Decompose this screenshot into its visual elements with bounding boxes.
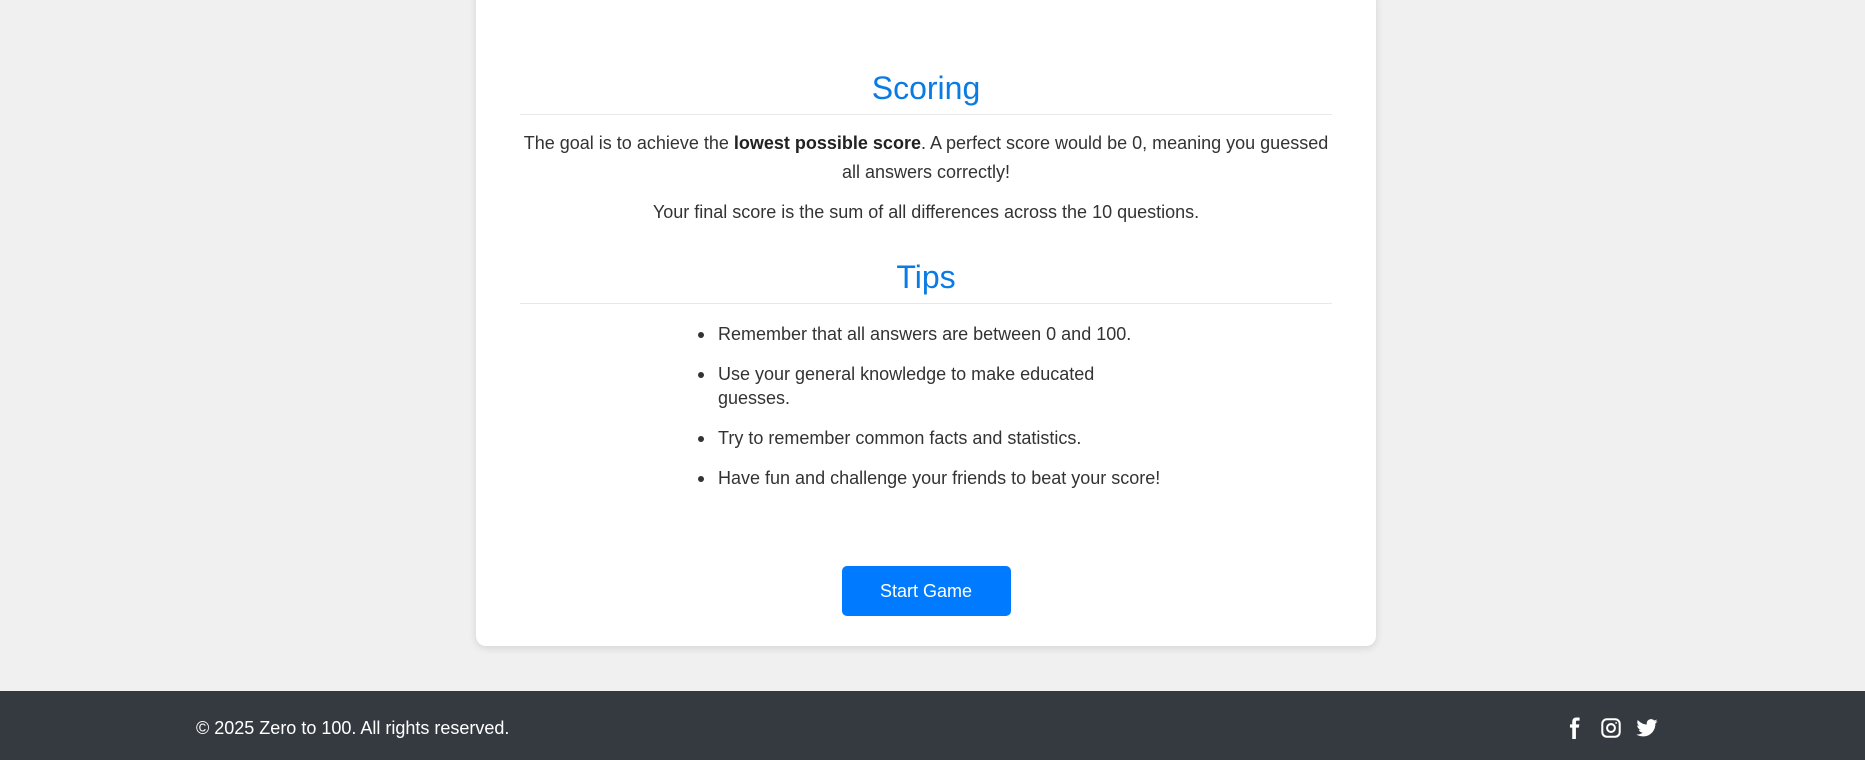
instagram-icon [1601,718,1621,738]
scoring-goal-emphasis: lowest possible score [733,133,921,153]
site-footer: © 2025 Zero to 100. All rights reserved. [0,691,1865,760]
tips-heading: Tips [520,257,1332,304]
twitter-link[interactable] [1636,717,1658,739]
facebook-icon [1569,717,1580,739]
scoring-final-score-text: Your final score is the sum of all diffe… [652,202,1200,222]
page: Scoring The goal is to achieve the lowes… [0,0,1865,760]
scoring-goal-text-start: The goal is to achieve the [523,133,734,153]
scoring-heading: Scoring [520,68,1332,115]
instagram-link[interactable] [1600,717,1622,739]
start-button-container: Start Game [520,566,1332,616]
tip-item: Have fun and challenge your friends to b… [691,466,1161,490]
tips-list: Remember that all answers are between 0 … [520,322,1332,506]
instructions-card: Scoring The goal is to achieve the lowes… [476,0,1376,646]
twitter-icon [1636,719,1658,737]
tip-item: Remember that all answers are between 0 … [691,322,1161,346]
facebook-link[interactable] [1564,717,1586,739]
start-game-button[interactable]: Start Game [841,566,1011,616]
footer-copyright: © 2025 Zero to 100. All rights reserved. [196,718,510,738]
tip-item: Use your general knowledge to make educa… [691,362,1161,410]
social-links [1564,717,1658,739]
scoring-goal-text: The goal is to achieve the lowest possib… [520,129,1332,187]
tip-item: Try to remember common facts and statist… [691,426,1161,450]
